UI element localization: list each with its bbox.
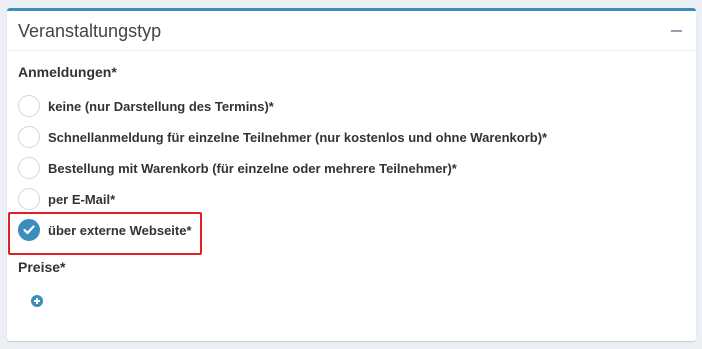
- radio-option-quick-registration[interactable]: Schnellanmeldung für einzelne Teilnehmer…: [18, 126, 547, 148]
- radio-circle[interactable]: [18, 188, 40, 210]
- checkmark-icon: [23, 225, 35, 235]
- radio-label: per E-Mail*: [48, 191, 116, 207]
- minus-icon[interactable]: [671, 30, 682, 32]
- plus-circle-icon[interactable]: [31, 295, 43, 307]
- radio-circle-checked[interactable]: [18, 219, 40, 241]
- radio-option-external-website[interactable]: über externe Webseite*: [18, 219, 192, 241]
- radio-label: Schnellanmeldung für einzelne Teilnehmer…: [48, 129, 548, 145]
- event-type-panel: Veranstaltungstyp Anmeldungen* keine (nu…: [7, 8, 696, 341]
- radio-label: Bestellung mit Warenkorb (für einzelne o…: [48, 160, 457, 176]
- panel-header: Veranstaltungstyp: [7, 11, 696, 51]
- radio-circle[interactable]: [18, 95, 40, 117]
- prices-label: Preise*: [18, 259, 66, 275]
- registrations-label: Anmeldungen*: [18, 64, 117, 80]
- radio-option-cart-order[interactable]: Bestellung mit Warenkorb (für einzelne o…: [18, 157, 457, 179]
- radio-circle[interactable]: [18, 157, 40, 179]
- radio-circle[interactable]: [18, 126, 40, 148]
- radio-label: keine (nur Darstellung des Termins)*: [48, 98, 274, 114]
- panel-title: Veranstaltungstyp: [18, 21, 162, 41]
- radio-label: über externe Webseite*: [48, 222, 192, 238]
- radio-option-none[interactable]: keine (nur Darstellung des Termins)*: [18, 95, 274, 117]
- radio-option-email[interactable]: per E-Mail*: [18, 188, 115, 210]
